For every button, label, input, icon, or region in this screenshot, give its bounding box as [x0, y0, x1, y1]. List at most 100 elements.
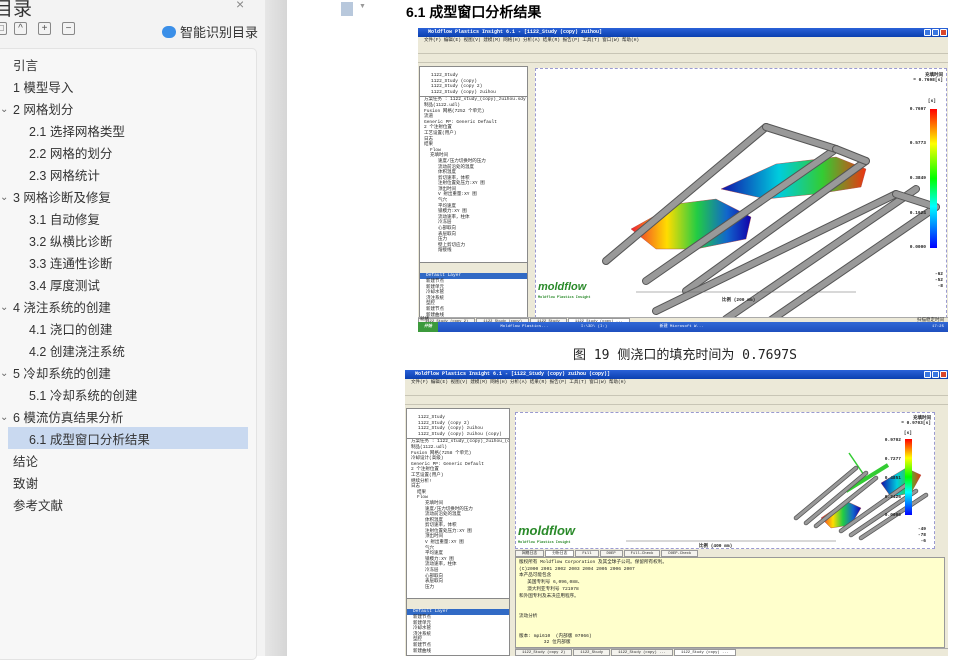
moldflow-logo: moldflow: [538, 281, 587, 293]
toc-item-label: 2.3 网格统计: [29, 169, 100, 183]
legend-label: 0.0000: [884, 513, 901, 518]
study-item: 1122_Study (copy) zuihou: [431, 89, 496, 95]
legend-label: 0.4851: [884, 476, 901, 481]
toc-item-label: 4.2 创建浇注系统: [29, 345, 125, 359]
scale-label: 比例 (200 mm): [722, 298, 756, 303]
tree-item: 熔接线: [438, 248, 452, 254]
toc-item[interactable]: ⌄ 2 网格划分: [0, 99, 74, 121]
axis-value: -78: [917, 533, 926, 538]
toc-item[interactable]: 6.1 成型窗口分析结果: [29, 429, 150, 451]
toc-item[interactable]: ⌄ 6 模流仿真结果分析: [0, 407, 124, 429]
result-value: = 0.9703[s]: [901, 421, 931, 426]
toc-item[interactable]: 3.3 连通性诊断: [29, 253, 112, 275]
3d-viewport: 充填时间 = 0.7698[s] [s] 0.7697 0.5773 0.384…: [535, 68, 947, 319]
toc-item-label: 2.2 网格的划分: [29, 147, 113, 161]
expand-button[interactable]: □: [0, 22, 7, 35]
axis-value: -49: [917, 527, 926, 532]
toc-item[interactable]: 结论: [13, 451, 38, 473]
window-title: Moldflow Plastics Insight 6.1 - [1122_St…: [405, 370, 948, 379]
toc-title: 目录: [0, 0, 33, 20]
axis-value: -52: [934, 278, 943, 283]
toolbar: [418, 54, 948, 63]
remove-level-button[interactable]: −: [62, 22, 75, 35]
close-icon: [940, 371, 947, 378]
smart-toc-label: 智能识别目录: [180, 25, 259, 40]
figure-2-screenshot: Moldflow Plastics Insight 6.1 - [1122_St…: [405, 370, 948, 656]
log-tab: DOEP: [599, 550, 623, 557]
toc-item-label: 6 模流仿真结果分析: [13, 411, 124, 425]
chevron-down-icon[interactable]: ⌄: [0, 363, 8, 385]
analysis-log: 版权所有 Moldflow Corporation 及其全球子公司。保留所有权利…: [515, 557, 945, 648]
toc-item[interactable]: ⌄ 3 网格诊断及修复: [0, 187, 111, 209]
toolbar: [405, 387, 948, 396]
toc-item[interactable]: ⌄ 5 冷却系统的创建: [0, 363, 111, 385]
layer-item: 新建曲线: [413, 648, 431, 654]
toc-item[interactable]: 2.1 选择网格类型: [29, 121, 125, 143]
study-tab: 1122_Study (copy) ...: [673, 649, 736, 656]
toc-item[interactable]: 3.4 厚度测试: [29, 275, 100, 297]
toc-panel: 目录 × □ ^ + − 智能识别目录 引言 1 模型导入 ⌄ 2 网格划分 2.1 选…: [0, 0, 265, 660]
maximize-icon: [932, 371, 939, 378]
toc-item[interactable]: 4.2 创建浇注系统: [29, 341, 125, 363]
taskbar-item: Moldflow Plastics...: [500, 325, 549, 329]
figure-caption: 图 19 侧浇口的填充时间为 0.7697S: [573, 348, 797, 363]
legend-label: 0.7697: [909, 107, 926, 112]
study-tab: 1122_Study (copy) ...: [611, 649, 673, 656]
taskbar-item: 新建 Microsoft W...: [659, 325, 704, 329]
toc-item[interactable]: ⌄ 4 浇注系统的创建: [0, 297, 111, 319]
moldflow-logo: moldflow: [518, 523, 576, 538]
legend-label: 0.7277: [884, 457, 901, 462]
toc-item-label: 2 网格划分: [13, 103, 74, 117]
close-icon[interactable]: ×: [236, 0, 244, 12]
axis-value: -62: [934, 272, 943, 277]
toc-item-label: 3.1 自动修复: [29, 213, 100, 227]
collapse-button[interactable]: ^: [14, 22, 27, 35]
chevron-down-icon[interactable]: ⌄: [0, 187, 8, 209]
toc-item[interactable]: 2.2 网格的划分: [29, 143, 112, 165]
close-icon: [940, 29, 947, 36]
toc-item-label: 1 模型导入: [13, 81, 74, 95]
moldflow-logo-sub: Moldflow Plastics Insight: [538, 296, 591, 300]
toc-item-label: 3 网格诊断及修复: [13, 191, 111, 205]
legend-label: 0.3849: [909, 176, 926, 181]
toc-item-label: 引言: [13, 59, 39, 73]
result-value: = 0.7698[s]: [913, 78, 943, 83]
toc-item-label: 致谢: [13, 477, 39, 491]
axis-value: -6: [920, 539, 926, 544]
toc-item[interactable]: 3.2 纵横比诊断: [29, 231, 112, 253]
legend-unit: [s]: [927, 99, 936, 104]
scale-label: 比例 (400 mm): [699, 544, 733, 549]
panel-divider[interactable]: [265, 0, 287, 656]
toc-item-label: 3.4 厚度测试: [29, 279, 100, 293]
toc-item[interactable]: 2.3 网格统计: [29, 165, 100, 187]
toc-item[interactable]: 1 模型导入: [13, 77, 73, 99]
start-button: 开始: [418, 322, 438, 332]
toolbar: [405, 396, 948, 405]
tree-item: 压力: [425, 584, 434, 590]
toc-item-label: 4.1 浇口的创建: [29, 323, 113, 337]
toc-item[interactable]: 引言: [13, 55, 38, 77]
document-icon[interactable]: [341, 2, 353, 16]
toc-item[interactable]: 参考文献: [13, 495, 63, 517]
toc-item[interactable]: 5.1 冷却系统的创建: [29, 385, 137, 407]
chevron-down-icon[interactable]: ⌄: [0, 407, 8, 429]
chevron-down-icon[interactable]: ▼: [359, 3, 366, 10]
toc-item[interactable]: 3.1 自动修复: [29, 209, 100, 231]
chevron-down-icon[interactable]: ⌄: [0, 99, 8, 121]
menu-bar: 文件(F) 编辑(E) 视图(V) 建模(M) 网格(H) 分析(A) 结果(R…: [424, 38, 640, 43]
chevron-down-icon[interactable]: ⌄: [0, 297, 8, 319]
legend-label: 0.1924: [909, 211, 926, 216]
toc-item[interactable]: 致谢: [13, 473, 38, 495]
log-tab: DOEP-Check: [661, 550, 699, 557]
toc-item[interactable]: 4.1 浇口的创建: [29, 319, 112, 341]
study-tabs: 1122_Study (copy 2) 1122_Study 1122_Study …: [515, 648, 948, 656]
log-tab: 网格日志: [515, 550, 545, 557]
toc-item-label: 6.1 成型窗口分析结果: [29, 433, 150, 447]
smart-toc-button[interactable]: 智能识别目录: [162, 22, 258, 41]
legend-unit: [s]: [903, 431, 912, 436]
clock: 17:25: [931, 325, 944, 329]
moldflow-logo-sub: Moldflow Plastics Insight: [518, 541, 571, 545]
add-level-button[interactable]: +: [38, 22, 51, 35]
axis-value: -8: [937, 284, 943, 289]
ai-icon: [162, 25, 176, 38]
